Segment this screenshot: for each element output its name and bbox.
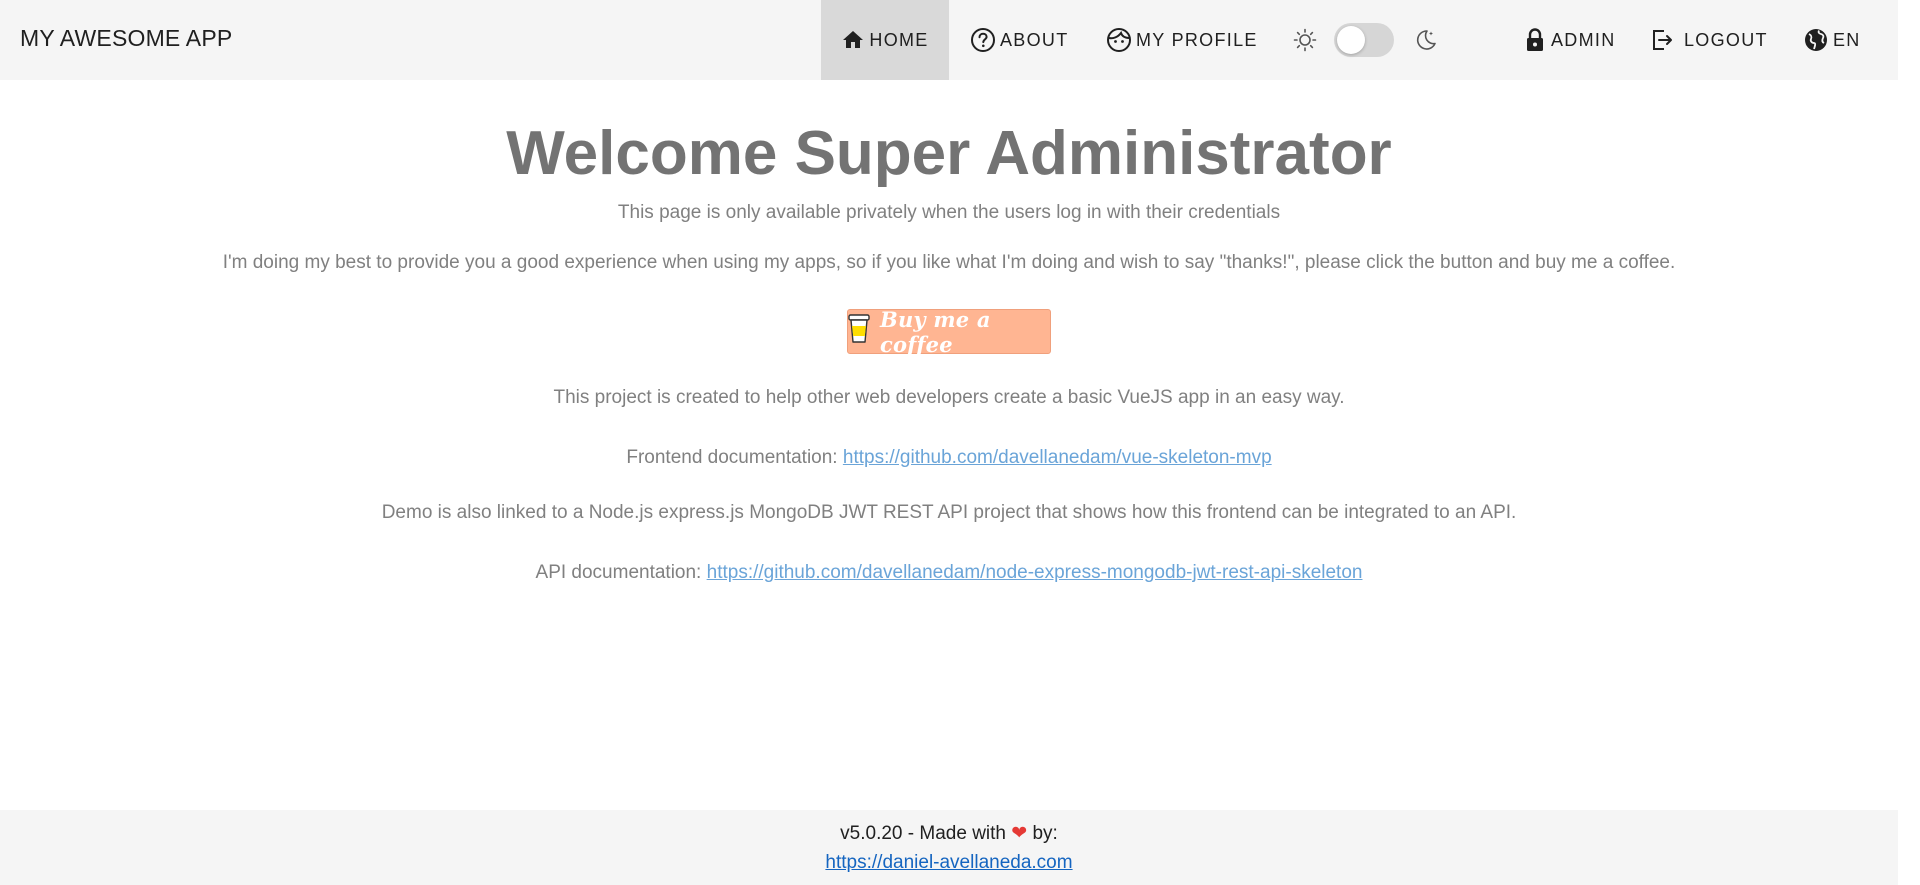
app-root: MY AWESOME APP HOME ABOUT MY PROFILE ADM…: [0, 0, 1898, 885]
logout-icon: [1650, 28, 1674, 52]
footer: v5.0.20 - Made with ❤ by: https://daniel…: [0, 810, 1898, 885]
nav-about-label: ABOUT: [1000, 29, 1069, 50]
page-title: Welcome Super Administrator: [506, 119, 1392, 188]
nav-my-profile-label: MY PROFILE: [1136, 29, 1258, 50]
coffee-cup-icon: [848, 314, 870, 349]
api-docs-label: API documentation:: [535, 562, 707, 583]
home-icon: [841, 28, 865, 52]
language-label: EN: [1833, 29, 1861, 50]
nav-logout-button[interactable]: LOGOUT: [1650, 0, 1768, 80]
coffee-button-label: Buy me a coffee: [880, 306, 991, 357]
lock-icon: [1523, 27, 1547, 53]
demo-text: Demo is also linked to a Node.js express…: [381, 502, 1517, 523]
scrollbar-track[interactable]: [1898, 0, 1920, 885]
nav-my-profile-button[interactable]: MY PROFILE: [1106, 0, 1258, 80]
nav-admin-button[interactable]: ADMIN: [1523, 0, 1616, 80]
footer-version-text: v5.0.20 - Made with: [840, 823, 1012, 844]
thanks-text: I'm doing my best to provide you a good …: [222, 252, 1676, 273]
api-docs-link[interactable]: https://github.com/davellanedam/node-exp…: [707, 562, 1363, 583]
buy-me-a-coffee-button[interactable]: Buy me a coffee: [847, 306, 1051, 357]
author-website-link[interactable]: https://daniel-avellaneda.com: [825, 852, 1072, 873]
frontend-docs-link[interactable]: https://github.com/davellanedam/vue-skel…: [843, 447, 1272, 468]
project-text: This project is created to help other we…: [553, 387, 1345, 408]
app-title[interactable]: MY AWESOME APP: [20, 25, 232, 52]
heart-icon: ❤: [1011, 823, 1028, 844]
nav-home-button[interactable]: HOME: [821, 0, 949, 80]
nav-admin-label: ADMIN: [1551, 29, 1616, 50]
footer-link-line: https://daniel-avellaneda.com: [0, 852, 1898, 874]
language-selector[interactable]: EN: [1803, 0, 1861, 80]
dark-mode-icon: [1412, 27, 1438, 58]
api-docs-line: API documentation: https://github.com/da…: [0, 560, 1898, 586]
subtitle-text: This page is only available privately wh…: [617, 202, 1281, 223]
top-app-bar: MY AWESOME APP HOME ABOUT MY PROFILE ADM…: [0, 0, 1898, 80]
face-icon: [1106, 27, 1132, 53]
nav-home-label: HOME: [869, 29, 929, 50]
toggle-knob: [1337, 26, 1365, 54]
footer-by-text: by:: [1027, 823, 1058, 844]
globe-icon: [1803, 27, 1829, 53]
light-mode-icon: [1292, 27, 1318, 58]
help-circle-icon: [970, 27, 996, 53]
footer-version-line: v5.0.20 - Made with ❤ by:: [0, 822, 1898, 845]
frontend-docs-line: Frontend documentation: https://github.c…: [0, 445, 1898, 471]
dark-mode-toggle[interactable]: [1334, 23, 1394, 57]
nav-logout-label: LOGOUT: [1684, 29, 1768, 50]
nav-about-button[interactable]: ABOUT: [970, 0, 1069, 80]
frontend-docs-label: Frontend documentation:: [626, 447, 843, 468]
